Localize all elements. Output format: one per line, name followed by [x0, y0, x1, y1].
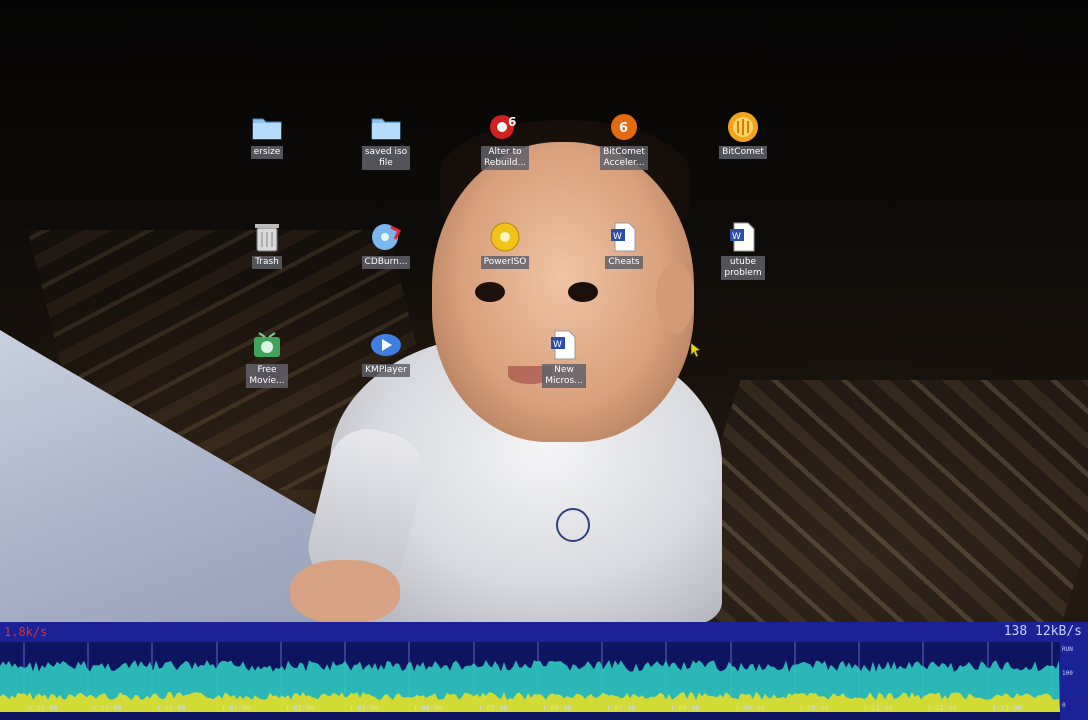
svg-text:W: W [553, 340, 562, 350]
monitor-side-panel: RUN 100 0 [1060, 642, 1088, 720]
folder-icon [369, 110, 403, 144]
time-tick-label: 1:10:00 [799, 704, 829, 712]
word-doc-icon: W [547, 328, 581, 362]
icon-label: BitComet [719, 146, 767, 159]
download-rate-text: 138 12kB/s [1003, 624, 1082, 639]
icon-label: BitComet Acceler... [600, 146, 648, 170]
svg-text:W: W [613, 232, 622, 242]
rug-pattern-right [659, 380, 1088, 622]
desktop-icon-poweriso[interactable]: PowerISO [460, 220, 550, 269]
upload-rate-text: 1.8k/s [4, 625, 48, 639]
icon-label: Free Movie... [246, 364, 288, 388]
desktop-icon-free-movie[interactable]: Free Movie... [222, 328, 312, 388]
baby-face [432, 142, 694, 442]
time-tick-label: 1:04:00 [413, 704, 443, 712]
network-monitor-header: 1.8k/s 138 12kB/s [0, 622, 1088, 642]
desktop-icon-bitcomet-accelerator[interactable]: 6 BitComet Acceler... [579, 110, 669, 170]
desktop-wallpaper [0, 0, 1088, 622]
time-tick-label: 1:12:00 [927, 704, 957, 712]
icon-label: KMPlayer [362, 364, 410, 377]
svg-text:W: W [732, 232, 741, 242]
word-doc-icon: W [726, 220, 760, 254]
time-tick-label: 1:07:00 [606, 704, 636, 712]
icon-label: Trash [252, 256, 282, 269]
time-tick-label: 1:06:00 [542, 704, 572, 712]
desktop-icon-bitcomet[interactable]: BitComet [698, 110, 788, 159]
icon-label: saved iso file [361, 146, 411, 170]
time-tick-label: 1:09:00 [735, 704, 765, 712]
baby-eye-left [475, 282, 505, 302]
poweriso-icon [488, 220, 522, 254]
icon-label: Alter to Rebuild... [480, 146, 530, 170]
icon-label: New Micros... [542, 364, 586, 388]
word-doc-icon: W [607, 220, 641, 254]
time-tick-label: 1:03:00 [349, 704, 379, 712]
desktop-icon-ersize[interactable]: ersize [222, 110, 312, 159]
icon-label: utube problem [721, 256, 765, 280]
traffic-graph [0, 642, 1060, 712]
time-tick-label: 1:01:00 [221, 704, 251, 712]
cd-burn-icon [369, 220, 403, 254]
time-tick-label: 0:59:00 [92, 704, 122, 712]
svg-text:6: 6 [508, 115, 516, 129]
time-tick-label: 1:11:00 [863, 704, 893, 712]
time-tick-label: 1:02:00 [285, 704, 315, 712]
orange-circle-icon: 6 [607, 110, 641, 144]
icon-label: CDBurn... [361, 256, 411, 269]
disc-app-icon: 6 [488, 110, 522, 144]
baby-hand [290, 560, 400, 622]
side-label: RUN [1062, 646, 1073, 653]
folder-icon [250, 110, 284, 144]
time-axis: 0:58:00 0:59:00 1:00:00 1:01:00 1:02:00 1:03:… [0, 704, 1060, 714]
kmplayer-icon [369, 328, 403, 362]
bitcomet-icon [726, 110, 760, 144]
desktop-icon-utube-problem[interactable]: W utube problem [698, 220, 788, 280]
time-tick-label: 1:00:00 [156, 704, 186, 712]
desktop-icon-alter-rebuild[interactable]: 6 Alter to Rebuild... [460, 110, 550, 170]
network-monitor-bar[interactable]: 1.8k/s 138 12kB/s 0:58:00 0:59:00 1:00:00 1… [0, 622, 1088, 720]
movie-app-icon [250, 328, 284, 362]
svg-text:6: 6 [619, 121, 628, 136]
baby-ear [656, 262, 694, 334]
desktop-icon-kmplayer[interactable]: KMPlayer [341, 328, 431, 377]
side-label: 100 [1062, 670, 1073, 677]
desktop-icon-cdburn[interactable]: CDBurn... [341, 220, 431, 269]
time-tick-label: 1:08:00 [670, 704, 700, 712]
desktop-icon-saved-iso-file[interactable]: saved iso file [341, 110, 431, 170]
time-tick-label: 1:13:00 [992, 704, 1022, 712]
shirt-logo [556, 508, 590, 542]
icon-label: PowerISO [480, 256, 530, 269]
trash-icon [250, 220, 284, 254]
icon-label: Cheats [605, 256, 643, 269]
time-tick-label: 0:58:00 [28, 704, 58, 712]
time-tick-label: 1:05:00 [478, 704, 508, 712]
mouse-cursor-icon [690, 342, 702, 362]
icon-label: ersize [250, 146, 284, 159]
baby-eye-right [568, 282, 598, 302]
desktop-icon-new-microsoft[interactable]: W New Micros... [519, 328, 609, 388]
desktop-icon-trash[interactable]: Trash [222, 220, 312, 269]
side-label: 0 [1062, 702, 1066, 709]
desktop-icon-cheats[interactable]: W Cheats [579, 220, 669, 269]
